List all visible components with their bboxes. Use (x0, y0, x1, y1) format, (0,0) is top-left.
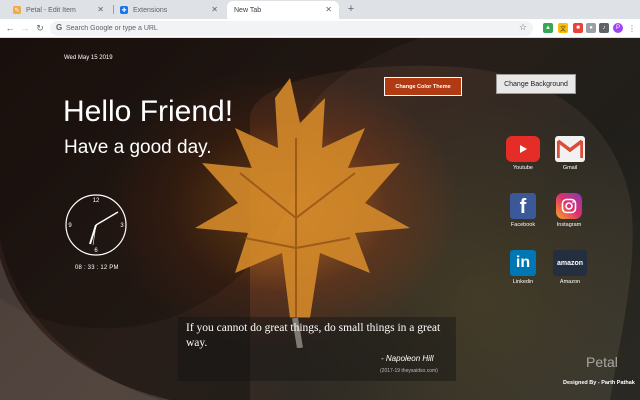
app-label: Amazon (559, 279, 581, 285)
translate-icon[interactable]: 文 (558, 23, 568, 33)
music-ext-icon[interactable]: ♪ (599, 23, 609, 33)
tab-label: Extensions (133, 6, 168, 14)
app-label: Gmail (562, 165, 578, 171)
profile-avatar[interactable]: P (613, 23, 623, 33)
red-ext-icon[interactable]: ■ (573, 23, 583, 33)
tab-extensions[interactable]: ✚ Extensions ✕ (115, 1, 225, 19)
minute-hand (95, 211, 119, 226)
date-text: Wed May 15 2019 (64, 55, 113, 61)
brand-logo-text: Petal (586, 354, 618, 370)
clock-number: 3 (120, 223, 124, 229)
app-facebook[interactable]: f Facebook (503, 193, 543, 228)
app-label: Linkedin (512, 279, 534, 285)
clock-number: 9 (68, 223, 72, 229)
quote-source[interactable]: (2017-19 theysaidso.com) (380, 368, 438, 374)
designer-credit: Designed By - Parth Pathak (563, 380, 635, 386)
tab-new-tab[interactable]: New Tab ✕ (227, 1, 339, 19)
app-label: Facebook (510, 222, 536, 228)
tab-separator (113, 5, 114, 14)
subgreeting-text: Have a good day. (64, 137, 212, 158)
quote-author: - Napoleon Hill (381, 354, 434, 363)
amazon-icon: amazon (553, 250, 587, 276)
gmail-icon (555, 136, 585, 162)
search-input[interactable] (66, 22, 506, 35)
app-youtube[interactable]: Youtube (503, 136, 543, 171)
instagram-icon (556, 193, 582, 219)
tab-strip: ✎ Petal - Edit Item ✕ ✚ Extensions ✕ New… (0, 0, 640, 19)
petal-favicon: ✎ (13, 6, 21, 14)
change-color-theme-button[interactable]: Change Color Theme (384, 77, 462, 96)
close-icon[interactable]: ✕ (211, 5, 218, 14)
tab-label: New Tab (234, 6, 262, 14)
grey-ext-icon[interactable]: ● (586, 23, 596, 33)
app-gmail[interactable]: Gmail (550, 136, 590, 171)
digital-clock: 08 : 33 : 12 PM (75, 265, 119, 271)
app-linkedin[interactable]: in Linkedin (503, 250, 543, 285)
close-icon[interactable]: ✕ (97, 5, 104, 14)
app-label: Instagram (556, 222, 582, 228)
close-icon[interactable]: ✕ (325, 5, 332, 14)
app-label: Youtube (513, 165, 533, 171)
clock-number: 6 (94, 248, 98, 254)
youtube-icon (506, 136, 540, 162)
new-tab-page: Wed May 15 2019 Hello Friend! Have a goo… (0, 38, 640, 400)
menu-icon[interactable]: ⋮ (627, 23, 637, 33)
clock-number: 12 (93, 198, 100, 204)
forward-arrow-icon[interactable]: → (19, 22, 31, 34)
facebook-icon: f (510, 193, 536, 219)
drive-icon[interactable]: ▲ (543, 23, 553, 33)
hour-hand (89, 224, 97, 245)
back-arrow-icon[interactable]: ← (4, 22, 16, 34)
tab-label: Petal - Edit Item (26, 6, 76, 14)
greeting-heading: Hello Friend! (63, 95, 234, 128)
app-amazon[interactable]: amazon Amazon (550, 250, 590, 285)
puzzle-icon: ✚ (120, 6, 128, 14)
omnibox[interactable]: G ☆ (50, 21, 533, 36)
reload-icon[interactable]: ↻ (34, 22, 46, 34)
google-g-icon: G (56, 23, 63, 32)
browser-toolbar: ← → ↻ G ☆ ▲ 文 ■ ● ♪ P ⋮ (0, 19, 640, 38)
linkedin-icon: in (510, 250, 536, 276)
quote-text: If you cannot do great things, do small … (186, 322, 441, 349)
change-background-button[interactable]: Change Background (496, 74, 576, 94)
bookmark-star-icon[interactable]: ☆ (519, 22, 527, 33)
tab-petal-edit[interactable]: ✎ Petal - Edit Item ✕ (8, 1, 111, 19)
new-tab-plus-icon[interactable]: + (345, 3, 357, 15)
analog-clock: 12 3 6 9 (65, 194, 127, 256)
app-instagram[interactable]: Instagram (549, 193, 589, 228)
